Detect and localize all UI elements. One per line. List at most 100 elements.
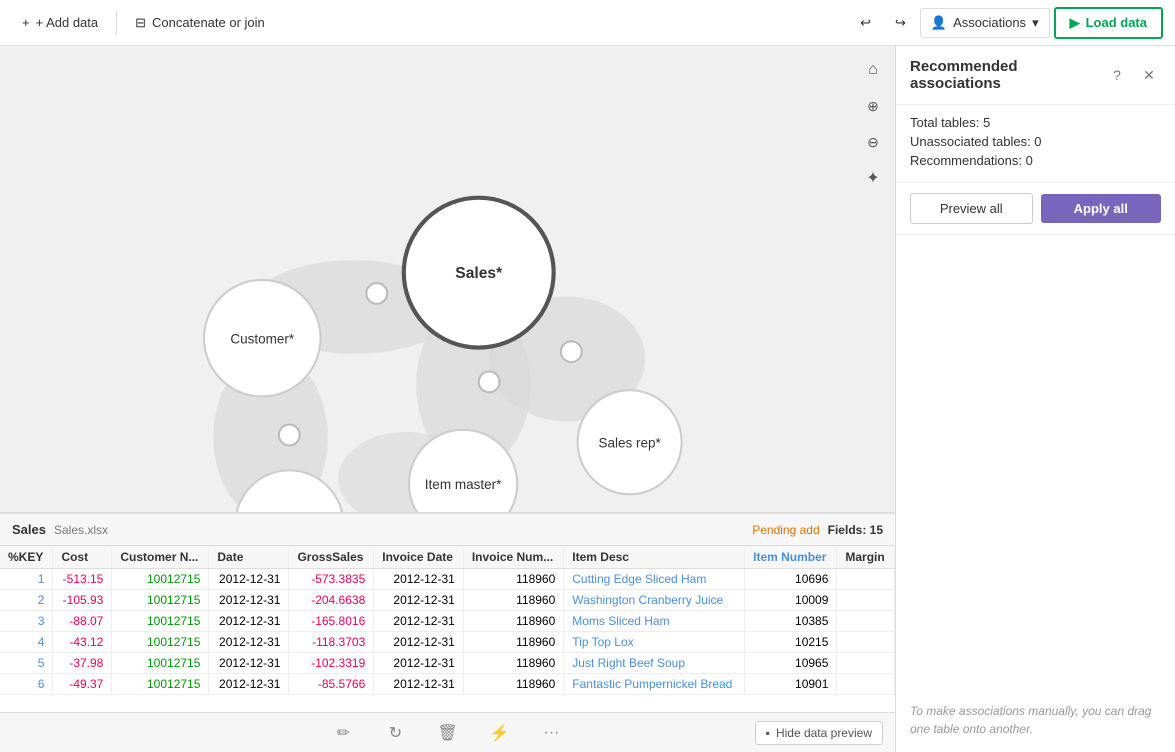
rp-title: Recommended associations xyxy=(910,58,1097,92)
cell-margin xyxy=(837,674,895,695)
associations-button[interactable]: 👤 Associations ▾ xyxy=(920,8,1050,38)
cell-inv-num: 118960 xyxy=(463,590,563,611)
redo-button[interactable]: ↪ xyxy=(885,9,916,37)
table-row: 2 -105.93 10012715 2012-12-31 -204.6638 … xyxy=(0,590,895,611)
cell-key[interactable]: 1 xyxy=(0,569,53,590)
col-customer: Customer N... xyxy=(112,546,209,569)
table-row: 3 -88.07 10012715 2012-12-31 -165.8016 2… xyxy=(0,611,895,632)
cell-inv-num: 118960 xyxy=(463,569,563,590)
person-icon: 👤 xyxy=(931,15,947,31)
table-row: 1 -513.15 10012715 2012-12-31 -573.3835 … xyxy=(0,569,895,590)
cell-date: 2012-12-31 xyxy=(209,569,289,590)
chevron-down-icon: ▾ xyxy=(1032,15,1039,31)
cell-customer: 10012715 xyxy=(112,590,209,611)
cell-item-num: 10901 xyxy=(745,674,837,695)
cell-customer: 10012715 xyxy=(112,674,209,695)
zoom-out-icon: ⊖ xyxy=(867,134,879,151)
cell-customer: 10012715 xyxy=(112,653,209,674)
cell-margin xyxy=(837,611,895,632)
cell-item-num: 10215 xyxy=(745,632,837,653)
cell-gross: -85.5766 xyxy=(289,674,374,695)
data-panel-subtitle: Sales.xlsx xyxy=(54,523,108,537)
cell-gross: -165.8016 xyxy=(289,611,374,632)
rp-close-button[interactable]: ✕ xyxy=(1137,63,1161,87)
main-area: Sales* Customer* Item master* Sales rep*… xyxy=(0,46,1175,752)
cell-date: 2012-12-31 xyxy=(209,590,289,611)
cell-margin xyxy=(837,653,895,674)
more-button[interactable]: ··· xyxy=(536,717,568,749)
cell-inv-num: 118960 xyxy=(463,611,563,632)
cell-gross: -102.3319 xyxy=(289,653,374,674)
rp-stats: Total tables: 5 Unassociated tables: 0 R… xyxy=(896,105,1175,183)
col-invoice-num: Invoice Num... xyxy=(463,546,563,569)
cell-item-num: 10009 xyxy=(745,590,837,611)
cell-item-desc: Just Right Beef Soup xyxy=(564,653,745,674)
cell-date: 2012-12-31 xyxy=(209,611,289,632)
apply-all-button[interactable]: Apply all xyxy=(1041,194,1162,223)
table-row: 4 -43.12 10012715 2012-12-31 -118.3703 2… xyxy=(0,632,895,653)
load-data-button[interactable]: ▶ Load data xyxy=(1054,7,1163,39)
col-grosssales: GrossSales xyxy=(289,546,374,569)
cell-key[interactable]: 5 xyxy=(0,653,53,674)
zoom-in-icon: ⊕ xyxy=(867,98,879,115)
svg-text:Sales*: Sales* xyxy=(455,265,503,282)
col-item-number: Item Number xyxy=(745,546,837,569)
cell-item-desc: Moms Sliced Ham xyxy=(564,611,745,632)
cell-key[interactable]: 4 xyxy=(0,632,53,653)
unassociated-stat: Unassociated tables: 0 xyxy=(910,134,1161,149)
preview-all-button[interactable]: Preview all xyxy=(910,193,1033,224)
cell-inv-date: 2012-12-31 xyxy=(374,653,464,674)
undo-button[interactable]: ↩ xyxy=(850,9,881,37)
cell-key[interactable]: 2 xyxy=(0,590,53,611)
zoom-in-button[interactable]: ⊕ xyxy=(857,90,889,122)
home-button[interactable]: ⌂ xyxy=(857,54,889,86)
refresh-button[interactable]: ↻ xyxy=(380,717,412,749)
cell-date: 2012-12-31 xyxy=(209,632,289,653)
concat-join-button[interactable]: ⊟ Concatenate or join xyxy=(125,9,275,37)
hide-preview-button[interactable]: ▪ Hide data preview xyxy=(755,721,883,745)
cell-gross: -118.3703 xyxy=(289,632,374,653)
edit-button[interactable]: ✏ xyxy=(328,717,360,749)
cell-key[interactable]: 3 xyxy=(0,611,53,632)
table-body: 1 -513.15 10012715 2012-12-31 -573.3835 … xyxy=(0,569,895,695)
svg-text:Sales rep*: Sales rep* xyxy=(598,435,661,450)
cell-inv-date: 2012-12-31 xyxy=(374,590,464,611)
svg-text:Customer*: Customer* xyxy=(230,331,295,346)
delete-button[interactable]: 🗑 xyxy=(432,717,464,749)
rp-header: Recommended associations ? ✕ xyxy=(896,46,1175,105)
col-date: Date xyxy=(209,546,289,569)
rp-help-button[interactable]: ? xyxy=(1105,63,1129,87)
canvas-area: Sales* Customer* Item master* Sales rep*… xyxy=(0,46,895,752)
cell-cost: -88.07 xyxy=(53,611,112,632)
total-tables-stat: Total tables: 5 xyxy=(910,115,1161,130)
rp-hint: To make associations manually, you can d… xyxy=(910,702,1161,738)
table-header: %KEY Cost Customer N... Date GrossSales … xyxy=(0,546,895,569)
undo-icon: ↩ xyxy=(860,15,871,31)
bottom-icon-bar: ✏ ↻ 🗑 ⚡ ··· ▪ Hide data preview xyxy=(0,712,895,752)
cell-item-num: 10385 xyxy=(745,611,837,632)
concat-icon: ⊟ xyxy=(135,15,146,31)
cell-item-num: 10965 xyxy=(745,653,837,674)
zoom-out-button[interactable]: ⊖ xyxy=(857,126,889,158)
recommendations-stat: Recommendations: 0 xyxy=(910,153,1161,168)
cell-margin xyxy=(837,590,895,611)
filter-button[interactable]: ⚡ xyxy=(484,717,516,749)
col-key: %KEY xyxy=(0,546,53,569)
cell-date: 2012-12-31 xyxy=(209,653,289,674)
cell-key[interactable]: 6 xyxy=(0,674,53,695)
cell-inv-num: 118960 xyxy=(463,653,563,674)
col-margin: Margin xyxy=(837,546,895,569)
add-data-button[interactable]: + + Add data xyxy=(12,9,108,36)
rp-actions: Preview all Apply all xyxy=(896,183,1175,235)
main-toolbar: + + Add data ⊟ Concatenate or join ↩ ↪ 👤… xyxy=(0,0,1175,46)
svg-text:Item master*: Item master* xyxy=(425,477,502,492)
cell-item-desc: Cutting Edge Sliced Ham xyxy=(564,569,745,590)
rp-body: To make associations manually, you can d… xyxy=(896,235,1175,752)
cell-customer: 10012715 xyxy=(112,611,209,632)
cell-gross: -204.6638 xyxy=(289,590,374,611)
data-panel: Sales Sales.xlsx Pending add Fields: 15 … xyxy=(0,512,895,752)
data-panel-header: Sales Sales.xlsx Pending add Fields: 15 xyxy=(0,514,895,546)
cell-cost: -37.98 xyxy=(53,653,112,674)
magic-button[interactable]: ✦ xyxy=(857,162,889,194)
cell-margin xyxy=(837,569,895,590)
